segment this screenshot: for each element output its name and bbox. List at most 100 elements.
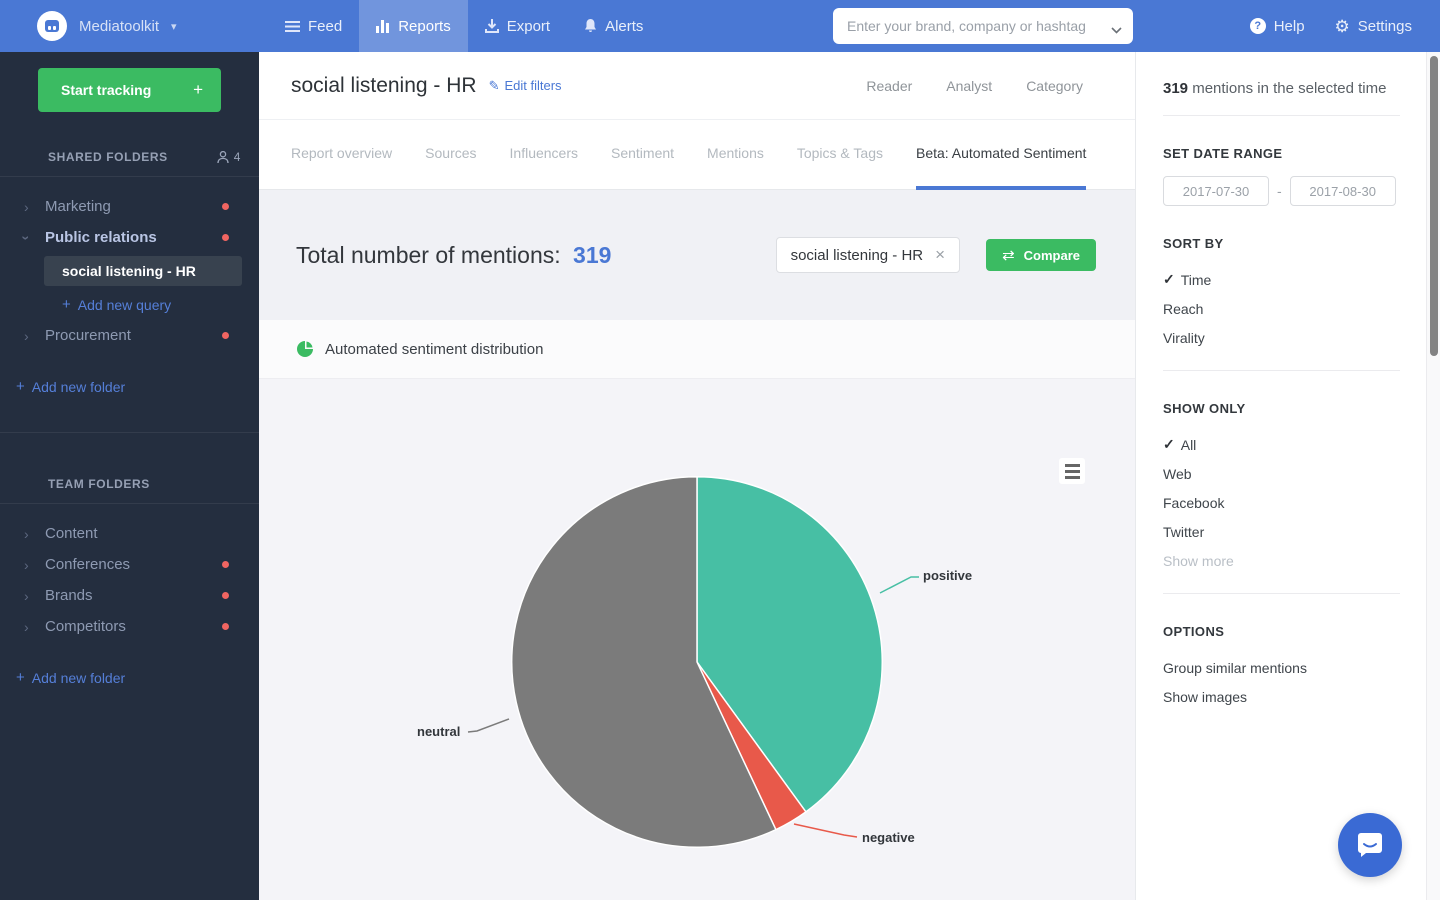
date-from-input[interactable] <box>1163 176 1269 206</box>
add-new-query-link[interactable]: + Add new query <box>0 289 259 320</box>
brand-search <box>833 8 1133 44</box>
show-option-web[interactable]: Web <box>1163 459 1400 488</box>
start-tracking-label: Start tracking <box>61 82 151 98</box>
chart-section-title: Automated sentiment distribution <box>325 341 543 358</box>
sidebar-folder-procurement[interactable]: › Procurement <box>0 320 259 351</box>
member-count: 4 <box>234 150 241 164</box>
chat-launcher-button[interactable] <box>1338 813 1402 877</box>
sort-option-virality[interactable]: Virality <box>1163 323 1400 352</box>
pie-label-positive: positive <box>923 568 972 583</box>
show-more-link[interactable]: Show more <box>1163 546 1400 575</box>
folder-label: Conferences <box>45 556 130 573</box>
show-more-label: Show more <box>1163 553 1234 569</box>
pie-svg <box>502 467 892 857</box>
scrollbar-thumb[interactable] <box>1430 56 1438 356</box>
swap-arrows-icon: ⇄ <box>1002 246 1015 264</box>
brand-menu[interactable]: Mediatoolkit ▾ <box>37 0 177 52</box>
chevron-right-icon: › <box>24 588 29 604</box>
check-icon: ✓ <box>1163 436 1175 453</box>
nav-alerts-label: Alerts <box>605 18 643 35</box>
add-new-folder-link[interactable]: + Add new folder <box>0 662 259 693</box>
option-show-images[interactable]: Show images <box>1163 682 1400 711</box>
folder-label: Competitors <box>45 618 126 635</box>
settings-button[interactable]: ⚙ Settings <box>1335 0 1412 52</box>
pie-label-neutral: neutral <box>417 724 460 739</box>
shared-folders-header: SHARED FOLDERS 4 <box>0 150 259 164</box>
options-list: Group similar mentions Show images <box>1163 653 1400 711</box>
nav-alerts[interactable]: Alerts <box>567 0 660 52</box>
nav-export[interactable]: Export <box>468 0 567 52</box>
add-folder-label: Add new folder <box>32 379 125 395</box>
sidebar-folder-brands[interactable]: › Brands <box>0 580 259 611</box>
chevron-down-icon: › <box>18 235 34 240</box>
show-option-all[interactable]: ✓ All <box>1163 430 1400 459</box>
edit-filters-link[interactable]: ✎ Edit filters <box>489 78 562 94</box>
tab-sources[interactable]: Sources <box>425 120 476 190</box>
navbar-utility: ? Help ⚙ Settings <box>1250 0 1412 52</box>
sort-option-reach[interactable]: Reach <box>1163 294 1400 323</box>
person-icon <box>217 151 229 164</box>
summary-actions: social listening - HR × ⇄ Compare <box>776 237 1096 273</box>
show-option-twitter[interactable]: Twitter <box>1163 517 1400 546</box>
date-range-title: SET DATE RANGE <box>1163 146 1400 161</box>
start-tracking-button[interactable]: Start tracking + <box>38 68 221 112</box>
date-range-inputs: - <box>1163 176 1400 206</box>
chat-bubble-icon <box>1355 830 1385 860</box>
nav-feed-label: Feed <box>308 18 342 35</box>
nav-export-label: Export <box>507 18 550 35</box>
shared-folders-title: SHARED FOLDERS <box>48 150 168 164</box>
mode-reader[interactable]: Reader <box>866 78 912 94</box>
date-to-input[interactable] <box>1290 176 1396 206</box>
sort-option-time[interactable]: ✓ Time <box>1163 265 1400 294</box>
sort-by-options: ✓ Time Reach Virality <box>1163 265 1400 352</box>
sort-option-label: Time <box>1181 272 1212 288</box>
show-option-label: All <box>1181 437 1197 453</box>
unread-dot <box>222 623 229 630</box>
sidebar-folder-conferences[interactable]: › Conferences <box>0 549 259 580</box>
tab-report-overview[interactable]: Report overview <box>291 120 392 190</box>
nav-reports[interactable]: Reports <box>359 0 468 52</box>
folder-members[interactable]: 4 <box>217 150 241 164</box>
scrollbar-track[interactable] <box>1426 52 1440 900</box>
team-folders-title: TEAM FOLDERS <box>48 477 150 491</box>
chart-menu-button[interactable] <box>1059 458 1085 484</box>
tab-topics-tags[interactable]: Topics & Tags <box>797 120 883 190</box>
report-header: social listening - HR ✎ Edit filters Rea… <box>259 52 1135 120</box>
tab-mentions[interactable]: Mentions <box>707 120 764 190</box>
sidebar-folder-public-relations[interactable]: › Public relations <box>0 222 259 253</box>
show-only-title: SHOW ONLY <box>1163 401 1400 416</box>
mode-category[interactable]: Category <box>1026 78 1083 94</box>
divider <box>0 432 259 433</box>
chevron-right-icon: › <box>24 526 29 542</box>
team-folder-list: › Content › Conferences › Brands › Compe… <box>0 518 259 642</box>
search-input[interactable] <box>833 8 1133 44</box>
query-chip-label: social listening - HR <box>791 247 924 264</box>
divider <box>1163 115 1400 116</box>
date-separator: - <box>1277 183 1282 199</box>
sidebar-folder-competitors[interactable]: › Competitors <box>0 611 259 642</box>
folder-label: Content <box>45 525 98 542</box>
compare-button[interactable]: ⇄ Compare <box>986 239 1096 271</box>
tab-influencers[interactable]: Influencers <box>510 120 578 190</box>
divider <box>0 503 259 504</box>
nav-feed[interactable]: Feed <box>268 0 359 52</box>
add-query-label: Add new query <box>78 297 171 313</box>
mode-analyst[interactable]: Analyst <box>946 78 992 94</box>
add-new-folder-link[interactable]: + Add new folder <box>0 371 259 402</box>
option-group-similar[interactable]: Group similar mentions <box>1163 653 1400 682</box>
tab-beta-automated-sentiment[interactable]: Beta: Automated Sentiment <box>916 120 1086 190</box>
help-button[interactable]: ? Help <box>1250 0 1305 52</box>
sidebar-folder-marketing[interactable]: › Marketing <box>0 191 259 222</box>
close-icon[interactable]: × <box>935 245 945 265</box>
chevron-down-icon[interactable] <box>1111 21 1122 39</box>
plus-icon: + <box>16 669 25 686</box>
sidebar-query-selected[interactable]: social listening - HR <box>44 256 242 286</box>
total-mentions-label: Total number of mentions: <box>296 242 561 268</box>
folder-label: Marketing <box>45 198 111 215</box>
plus-icon: + <box>62 296 71 313</box>
tab-sentiment[interactable]: Sentiment <box>611 120 674 190</box>
team-folders-header: TEAM FOLDERS <box>0 477 259 491</box>
sidebar-folder-content[interactable]: › Content <box>0 518 259 549</box>
show-option-facebook[interactable]: Facebook <box>1163 488 1400 517</box>
total-mentions-text: Total number of mentions: 319 <box>296 242 611 269</box>
